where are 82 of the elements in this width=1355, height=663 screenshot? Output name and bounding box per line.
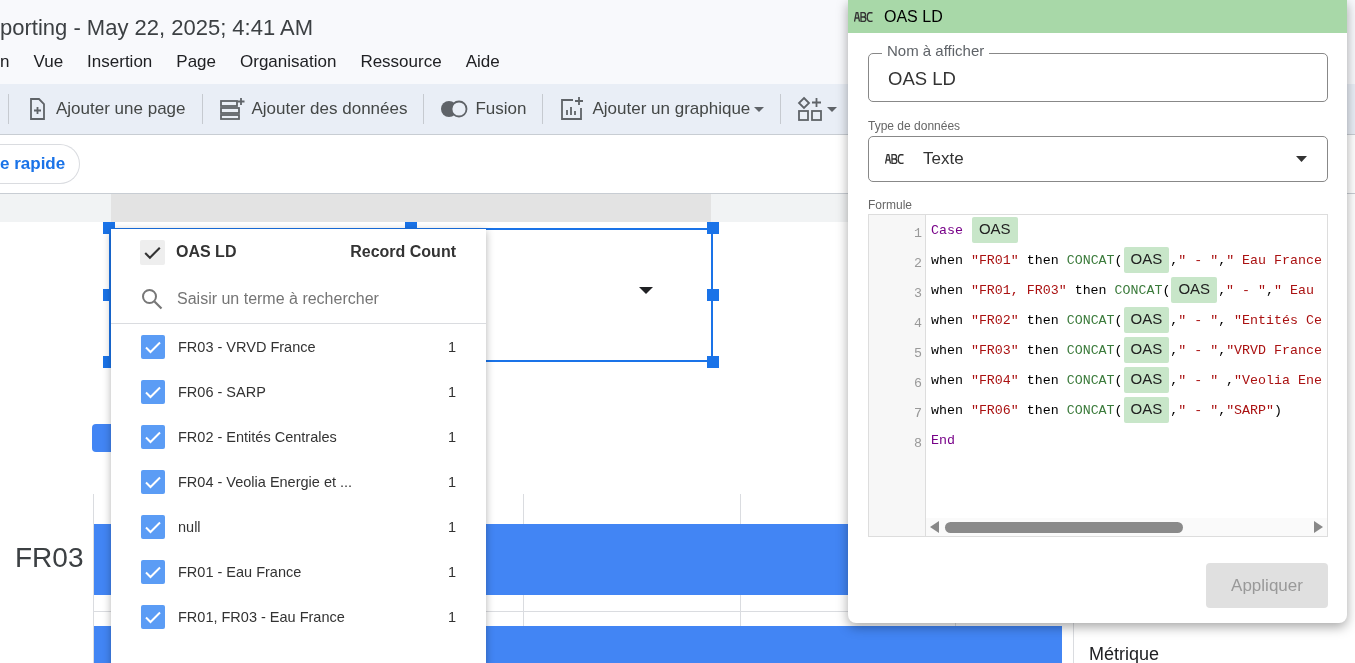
code-line: End (931, 431, 955, 450)
checkbox[interactable] (141, 379, 165, 404)
bar-label: FR03 (15, 542, 84, 574)
option-label[interactable]: FR02 - Entités Centrales (178, 428, 337, 445)
section-heading: Métrique (1089, 644, 1160, 663)
line-number: 4 (913, 315, 923, 333)
option-label[interactable]: FR06 - SARP (178, 383, 266, 400)
line-number: 1 (913, 225, 923, 243)
line-number: 6 (913, 375, 923, 393)
record-count: 1 (447, 518, 456, 535)
menu-item[interactable]: n (0, 52, 10, 72)
checkbox[interactable] (141, 334, 165, 359)
blend-icon (440, 99, 469, 119)
record-count: 1 (447, 473, 456, 490)
check-icon (144, 246, 161, 259)
line-number: 5 (913, 345, 923, 363)
select-all-checkbox[interactable] (140, 239, 165, 265)
caret-icon (639, 287, 653, 294)
menu-item[interactable]: Insertion (87, 52, 153, 72)
option-label[interactable]: null (178, 518, 201, 535)
dialog-title: OAS LD (884, 7, 943, 26)
check-icon (145, 431, 161, 443)
report-title: porting - May 22, 2025; 4:41 AM (0, 14, 314, 42)
add-data-icon (218, 97, 245, 121)
toolbar-button[interactable]: Ajouter des données (210, 89, 416, 129)
menu-item[interactable]: Page (176, 52, 216, 72)
option-label[interactable]: FR01 - Eau France (178, 563, 302, 580)
toolbar-button[interactable]: Fusion (432, 89, 535, 129)
record-count: 1 (447, 608, 456, 625)
checkbox[interactable] (141, 469, 165, 494)
column-header: OAS LD (176, 243, 237, 261)
shapes-icon (797, 96, 824, 122)
check-icon (145, 521, 161, 533)
record-count: 1 (447, 563, 456, 580)
field-label: Formule (868, 198, 913, 212)
text-type-icon (885, 154, 905, 164)
field-label: Type de données (868, 119, 962, 133)
search-field[interactable]: Saisir un terme à rechercher (175, 289, 469, 309)
option-label[interactable]: FR04 - Veolia Energie et ... (178, 473, 353, 490)
menu-item[interactable]: Organisation (240, 52, 337, 72)
code-line: when "FR03" then CONCAT( OAS ," - ","VRVD France (931, 335, 1322, 365)
filter-chip[interactable]: e rapide (0, 144, 81, 184)
checkbox[interactable] (141, 424, 165, 449)
option-label[interactable]: FR01, FR03 - Eau France (178, 608, 345, 625)
check-icon (145, 476, 161, 488)
check-icon (145, 566, 161, 578)
record-count: 1 (447, 428, 456, 445)
column-header: Record Count (350, 243, 456, 261)
checkbox[interactable] (141, 514, 165, 539)
code-line: when "FR02" then CONCAT( OAS ," - ", "Entités Ce (931, 305, 1322, 335)
option-label[interactable]: FR03 - VRVD France (178, 338, 316, 355)
code-line: Case OAS (931, 215, 1019, 245)
check-icon (145, 341, 161, 353)
toolbar-button[interactable]: Ajouter une page (17, 89, 194, 129)
toolbar-button[interactable]: Ajouter un graphique (551, 89, 773, 129)
menu-item[interactable]: Vue (33, 52, 64, 72)
scroll-right-icon[interactable] (1314, 521, 1323, 533)
add-chart-icon (559, 96, 586, 122)
field-label: Nom à afficher (882, 42, 990, 59)
text-type-icon (854, 11, 874, 22)
check-icon (145, 611, 161, 623)
line-number: 7 (913, 405, 923, 423)
checkbox[interactable] (141, 604, 165, 629)
code-line: when "FR01" then CONCAT( OAS ," - "," Eau France (931, 245, 1322, 275)
caret-icon (1296, 156, 1307, 162)
record-count: 1 (447, 338, 456, 355)
menu-item[interactable]: Ressource (360, 52, 442, 72)
line-number: 8 (913, 435, 923, 453)
code-line: when "FR06" then CONCAT( OAS ," - ","SARP") (931, 395, 1282, 425)
scroll-left-icon[interactable] (930, 521, 939, 533)
type-select[interactable]: Texte (868, 136, 1328, 182)
menu-item[interactable]: Aide (465, 52, 500, 72)
line-number: 3 (913, 285, 923, 303)
formula-editor[interactable] (868, 214, 1328, 537)
checkbox[interactable] (141, 559, 165, 584)
check-icon (145, 386, 161, 398)
scrollbar[interactable] (926, 518, 1327, 536)
search-icon (141, 288, 163, 310)
code-line: when "FR01, FR03" then CONCAT( OAS ," - "," Eau (931, 275, 1314, 305)
line-number: 2 (913, 255, 923, 273)
code-line: when "FR04" then CONCAT( OAS ," - " ,"Veolia Ene (931, 365, 1322, 395)
record-count: 1 (447, 383, 456, 400)
